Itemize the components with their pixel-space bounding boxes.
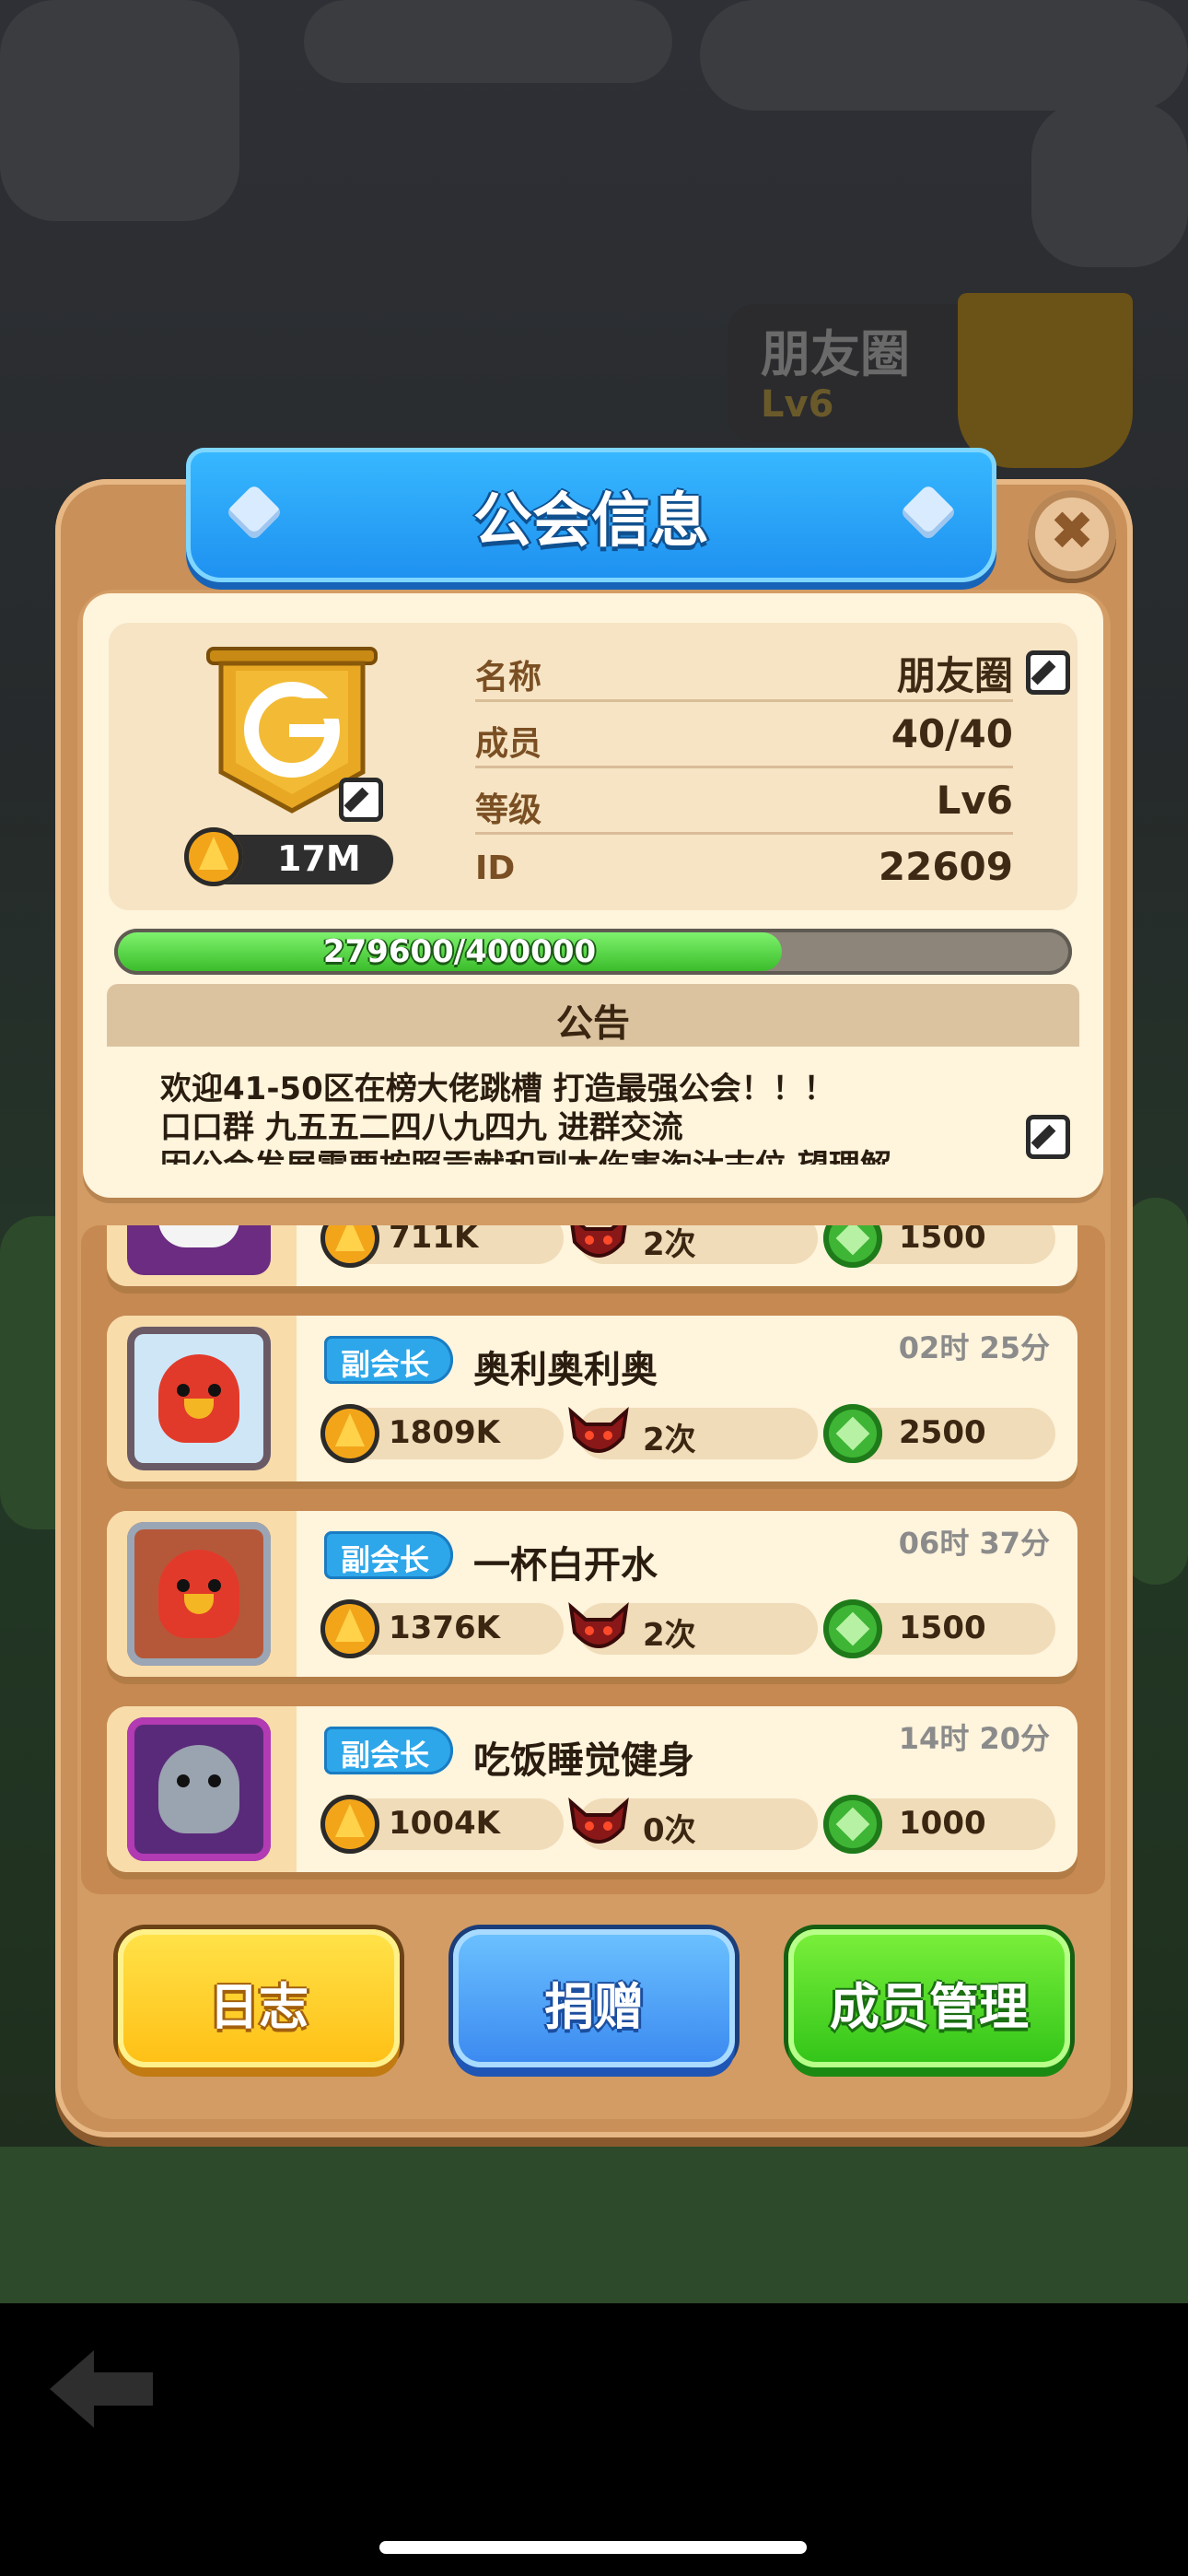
member-card[interactable]: 副会长 奥利奥利奥 02时 25分 1809K 2次 2500 (107, 1316, 1077, 1481)
guild-level-row: 等级 Lv6 (475, 768, 1013, 835)
donate-button-label: 捐赠 (544, 1978, 644, 2036)
background-guild-level: Lv6 (761, 383, 834, 426)
level-label: 等级 (475, 791, 542, 829)
member-management-button[interactable]: 成员管理 (788, 1929, 1070, 2067)
green-gem-icon (823, 1795, 882, 1854)
edit-emblem-icon[interactable] (339, 778, 383, 822)
dialog-title-bar: 公会信息 (186, 448, 996, 582)
member-list[interactable]: 711K 2次 1500 副会长 奥利奥利奥 02时 25分 1809K 2次 … (81, 1225, 1105, 1894)
members-value: 40/40 (891, 711, 1013, 756)
close-button[interactable]: ✖ (1028, 490, 1116, 579)
donation-value: 1500 (899, 1610, 986, 1646)
donation-value: 1500 (899, 1225, 986, 1256)
guild-name-row: 名称 朋友圈 (475, 636, 1013, 702)
power-value: 1809K (389, 1414, 500, 1451)
close-icon: ✖ (1049, 499, 1095, 562)
guild-exp-text: 279600/400000 (322, 933, 597, 970)
power-value: 1004K (389, 1805, 500, 1842)
id-value: 22609 (878, 844, 1013, 889)
member-last-online: 14时 20分 (898, 1721, 1050, 1756)
raids-value: 2次 (643, 1226, 696, 1263)
notice-title: 公告 (556, 1002, 630, 1045)
donation-value: 2500 (899, 1414, 986, 1451)
power-value: 1376K (389, 1610, 500, 1646)
raids-value: 0次 (643, 1812, 696, 1849)
power-bell-icon (320, 1404, 379, 1463)
power-bell-icon (320, 1599, 379, 1658)
bottom-bar (0, 2303, 1188, 2576)
notice-line: 因公会发展需要按照贡献和副本伤害淘汰末位 望理解 (160, 1141, 891, 1165)
power-bell-icon (320, 1795, 379, 1854)
notice-header: 公告 (107, 984, 1079, 1047)
role-text: 副会长 (340, 1542, 429, 1577)
log-button[interactable]: 日志 (118, 1929, 400, 2067)
member-card[interactable]: 副会长 吃饭睡觉健身 14时 20分 1004K 0次 1000 (107, 1706, 1077, 1872)
notice-text: 欢迎41-50区在榜大佬跳槽 打造最强公会！！！ 口口群 九五五二四八九四九 进… (107, 1047, 1079, 1165)
power-bell-icon (184, 827, 243, 886)
guild-members-row: 成员 40/40 (475, 702, 1013, 768)
name-label: 名称 (475, 659, 542, 697)
raids-value: 2次 (643, 1617, 696, 1654)
member-avatar (127, 1225, 271, 1275)
member-avatar (127, 1522, 271, 1666)
background-guild-tag: 朋友圈 Lv6 (728, 304, 985, 442)
background-guild-banner-icon (958, 293, 1133, 468)
member-card[interactable]: 711K 2次 1500 (107, 1225, 1077, 1286)
member-role-badge: 副会长 (324, 1727, 453, 1774)
role-text: 副会长 (340, 1347, 429, 1382)
demon-boss-icon (568, 1797, 629, 1844)
member-avatar (127, 1717, 271, 1861)
back-arrow-icon[interactable] (46, 2345, 157, 2433)
edit-name-icon[interactable] (1026, 650, 1070, 695)
demon-boss-icon (568, 1601, 629, 1648)
member-name: 一杯白开水 (473, 1544, 658, 1587)
role-text: 副会长 (340, 1738, 429, 1773)
member-management-label: 成员管理 (830, 1978, 1029, 2036)
donate-button[interactable]: 捐赠 (453, 1929, 735, 2067)
edit-notice-icon[interactable] (1026, 1115, 1070, 1159)
member-last-online: 06时 37分 (898, 1526, 1050, 1561)
green-gem-icon (823, 1599, 882, 1658)
guild-name-value: 朋友圈 (896, 653, 1013, 698)
member-role-badge: 副会长 (324, 1336, 453, 1384)
donation-value: 1000 (899, 1805, 986, 1842)
members-label: 成员 (475, 725, 542, 763)
member-last-online: 02时 25分 (898, 1330, 1050, 1365)
member-avatar (127, 1327, 271, 1470)
member-role-badge: 副会长 (324, 1531, 453, 1579)
guild-exp-bar: 279600/400000 (114, 929, 1072, 975)
demon-boss-icon (568, 1406, 629, 1453)
dialog-title: 公会信息 (473, 487, 709, 556)
guild-power-value: 17M (277, 838, 361, 879)
home-indicator[interactable] (379, 2541, 807, 2554)
member-name: 奥利奥利奥 (473, 1349, 658, 1391)
guild-id-row: ID 22609 (475, 835, 1013, 901)
level-value: Lv6 (936, 778, 1013, 823)
raids-value: 2次 (643, 1422, 696, 1458)
power-value: 711K (389, 1225, 479, 1256)
background-guild-name: 朋友圈 (761, 325, 910, 383)
member-name: 吃饭睡觉健身 (473, 1739, 694, 1782)
id-label: ID (475, 849, 516, 887)
member-card[interactable]: 副会长 一杯白开水 06时 37分 1376K 2次 1500 (107, 1511, 1077, 1677)
game-screen: 朋友圈 Lv6 公会信息 ✖ 17M 名称 朋友圈 成员 40/40 等级 Lv… (0, 0, 1188, 2576)
log-button-label: 日志 (209, 1978, 309, 2036)
green-gem-icon (823, 1404, 882, 1463)
demon-boss-icon (570, 1225, 627, 1258)
